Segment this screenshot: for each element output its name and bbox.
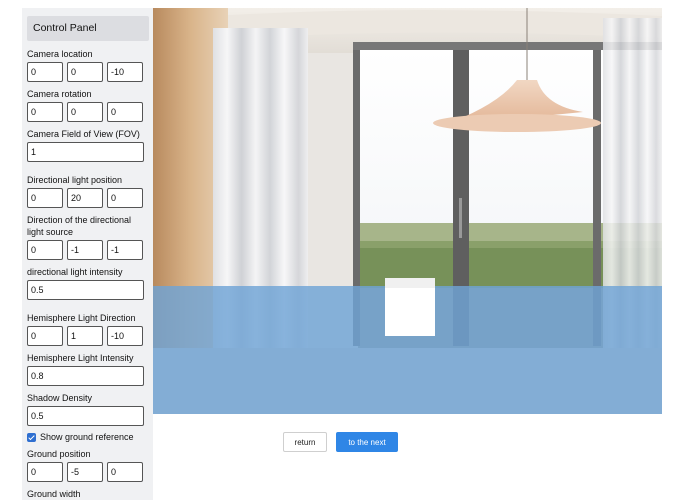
dir-light-direction-z-input[interactable] bbox=[107, 240, 143, 260]
hemi-light-direction-y-input[interactable] bbox=[67, 326, 103, 346]
scene-viewport[interactable] bbox=[153, 8, 662, 414]
ground-position-x-input[interactable] bbox=[27, 462, 63, 482]
shadow-density-inputs bbox=[27, 406, 149, 426]
camera-rotation-label: Camera rotation bbox=[27, 89, 92, 99]
camera-location-label: Camera location bbox=[27, 49, 93, 59]
hemi-light-direction-z-input[interactable] bbox=[107, 326, 143, 346]
dir-light-position-y-input[interactable] bbox=[67, 188, 103, 208]
camera-rotation-x-input[interactable] bbox=[27, 102, 63, 122]
show-ground-reference-label: Show ground reference bbox=[40, 432, 134, 442]
hemi-light-intensity-input[interactable] bbox=[27, 366, 144, 386]
dir-light-position-z-input[interactable] bbox=[107, 188, 143, 208]
panel-title: Control Panel bbox=[27, 16, 149, 41]
camera-location-z-input[interactable] bbox=[107, 62, 143, 82]
return-button[interactable]: return bbox=[283, 432, 327, 452]
camera-location-inputs bbox=[27, 62, 149, 82]
show-ground-reference-row[interactable]: Show ground reference bbox=[27, 432, 149, 442]
room-render bbox=[153, 8, 662, 414]
dir-light-position-inputs bbox=[27, 188, 149, 208]
camera-location-y-input[interactable] bbox=[67, 62, 103, 82]
ground-position-inputs bbox=[27, 462, 149, 482]
camera-rotation-z-input[interactable] bbox=[107, 102, 143, 122]
dir-light-intensity-label: directional light intensity bbox=[27, 267, 123, 277]
dir-light-direction-inputs bbox=[27, 240, 149, 260]
camera-fov-label: Camera Field of View (FOV) bbox=[27, 129, 140, 139]
hemi-light-intensity-label: Hemisphere Light Intensity bbox=[27, 353, 134, 363]
ground-position-label: Ground position bbox=[27, 449, 91, 459]
camera-fov-inputs bbox=[27, 142, 149, 162]
dir-light-intensity-input[interactable] bbox=[27, 280, 144, 300]
hemi-light-direction-label: Hemisphere Light Direction bbox=[27, 313, 136, 323]
ground-position-z-input[interactable] bbox=[107, 462, 143, 482]
shadow-density-label: Shadow Density bbox=[27, 393, 93, 403]
hemi-light-intensity-inputs bbox=[27, 366, 149, 386]
next-button[interactable]: to the next bbox=[336, 432, 398, 452]
hemi-light-direction-x-input[interactable] bbox=[27, 326, 63, 346]
dir-light-direction-y-input[interactable] bbox=[67, 240, 103, 260]
dir-light-position-x-input[interactable] bbox=[27, 188, 63, 208]
ground-position-y-input[interactable] bbox=[67, 462, 103, 482]
shadow-density-input[interactable] bbox=[27, 406, 144, 426]
ground-width-label: Ground width bbox=[27, 489, 81, 499]
dir-light-intensity-inputs bbox=[27, 280, 149, 300]
camera-rotation-y-input[interactable] bbox=[67, 102, 103, 122]
show-ground-reference-checkbox[interactable] bbox=[27, 432, 36, 442]
control-panel: Control Panel Camera location Camera rot… bbox=[22, 8, 153, 500]
hemi-light-direction-inputs bbox=[27, 326, 149, 346]
dir-light-position-label: Directional light position bbox=[27, 175, 123, 185]
camera-fov-input[interactable] bbox=[27, 142, 144, 162]
dir-light-direction-x-input[interactable] bbox=[27, 240, 63, 260]
camera-location-x-input[interactable] bbox=[27, 62, 63, 82]
dir-light-direction-label: Direction of the directional light sourc… bbox=[27, 215, 132, 237]
camera-rotation-inputs bbox=[27, 102, 149, 122]
